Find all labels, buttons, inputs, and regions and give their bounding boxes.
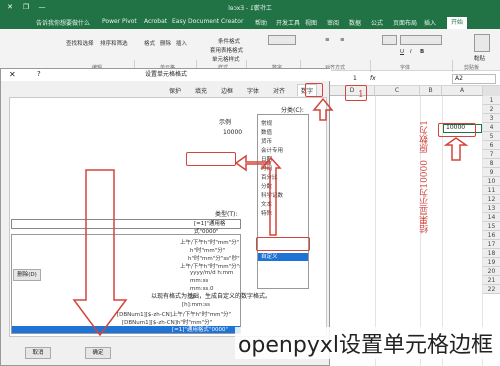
arrow-up-formula bbox=[312, 97, 334, 121]
arrow-up-cell bbox=[443, 137, 469, 161]
arrow-down-left bbox=[72, 169, 128, 337]
caption: openpyxl设置单元格边框 bbox=[234, 327, 496, 359]
arrow-up-category bbox=[260, 156, 282, 236]
annotation-arrows bbox=[72, 97, 469, 337]
